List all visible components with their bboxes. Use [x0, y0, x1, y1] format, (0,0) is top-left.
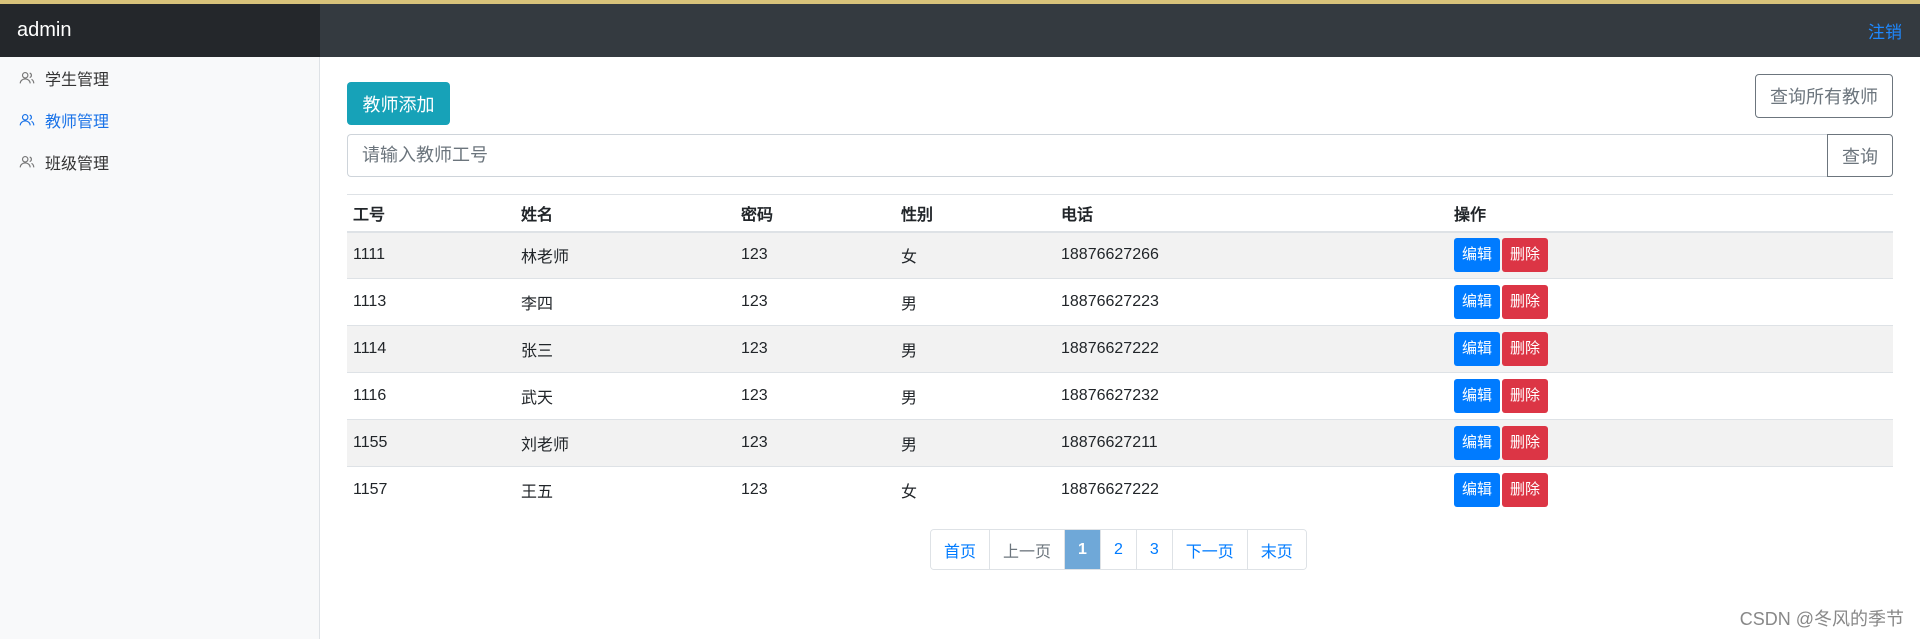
- cell-actions: 编辑 删除: [1448, 466, 1893, 514]
- page-number-link[interactable]: 3: [1135, 530, 1172, 569]
- table-row: 1114 张三 123 男 18876627222 编辑 删除: [347, 325, 1893, 373]
- users-icon: [19, 72, 35, 84]
- sidebar: 学生管理 教师管理 班级管理: [0, 57, 320, 639]
- cell-gender: 男: [895, 278, 1055, 326]
- delete-button[interactable]: 删除: [1502, 238, 1549, 273]
- page-last-link[interactable]: 末页: [1246, 530, 1306, 569]
- cell-password: 123: [735, 231, 895, 279]
- cell-phone: 18876627232: [1055, 372, 1448, 420]
- cell-actions: 编辑 删除: [1448, 419, 1893, 467]
- cell-actions: 编辑 删除: [1448, 372, 1893, 420]
- column-header-password: 密码: [735, 194, 895, 233]
- page-next-link[interactable]: 下一页: [1171, 530, 1247, 569]
- sidebar-item-label: 教师管理: [45, 114, 110, 131]
- navbar: admin 注销: [0, 4, 1920, 57]
- delete-button[interactable]: 删除: [1502, 332, 1549, 366]
- cell-name: 刘老师: [515, 419, 735, 467]
- watermark: CSDN @冬风的季节: [1739, 609, 1904, 629]
- teacher-table: 工号 姓名 密码 性别 电话 操作 1111 林老师 123 女 1887662…: [347, 194, 1893, 514]
- cell-phone: 18876627222: [1055, 466, 1448, 514]
- page-number-link[interactable]: 2: [1099, 530, 1136, 569]
- search-button[interactable]: 查询: [1827, 134, 1893, 177]
- cell-name: 武天: [515, 372, 735, 420]
- page-number-link[interactable]: 1: [1064, 530, 1100, 569]
- teacher-id-search-input[interactable]: [347, 134, 1827, 177]
- table-row: 1113 李四 123 男 18876627223 编辑 删除: [347, 278, 1893, 326]
- cell-gender: 女: [895, 231, 1055, 279]
- cell-password: 123: [735, 278, 895, 326]
- cell-id: 1113: [347, 278, 515, 326]
- search-bar: 查询: [347, 134, 1893, 177]
- cell-id: 1157: [347, 466, 515, 514]
- cell-id: 1114: [347, 325, 515, 373]
- users-icon: [19, 114, 35, 126]
- cell-name: 林老师: [515, 231, 735, 279]
- main-content: 教师添加 查询所有教师 查询 工号 姓名 密码 性别 电话 操作 1111 林老…: [347, 57, 1893, 639]
- cell-phone: 18876627222: [1055, 325, 1448, 373]
- table-header-row: 工号 姓名 密码 性别 电话 操作: [347, 194, 1893, 233]
- cell-gender: 女: [895, 466, 1055, 514]
- table-row: 1116 武天 123 男 18876627232 编辑 删除: [347, 372, 1893, 420]
- cell-password: 123: [735, 372, 895, 420]
- page-prev-link[interactable]: 上一页: [989, 530, 1065, 569]
- cell-phone: 18876627211: [1055, 419, 1448, 467]
- cell-gender: 男: [895, 419, 1055, 467]
- sidebar-item-label: 班级管理: [45, 156, 110, 173]
- sidebar-item-teachers[interactable]: 教师管理: [0, 99, 319, 141]
- table-row: 1155 刘老师 123 男 18876627211 编辑 删除: [347, 419, 1893, 467]
- edit-button[interactable]: 编辑: [1454, 473, 1501, 508]
- cell-password: 123: [735, 325, 895, 373]
- cell-phone: 18876627266: [1055, 231, 1448, 279]
- edit-button[interactable]: 编辑: [1454, 285, 1501, 319]
- cell-name: 张三: [515, 325, 735, 373]
- cell-name: 李四: [515, 278, 735, 326]
- cell-id: 1116: [347, 372, 515, 420]
- pagination: 首页 上一页 1 2 3 下一页 末页: [930, 529, 1307, 570]
- cell-password: 123: [735, 419, 895, 467]
- cell-id: 1111: [347, 231, 515, 279]
- brand-label[interactable]: admin: [0, 4, 320, 57]
- cell-gender: 男: [895, 372, 1055, 420]
- column-header-phone: 电话: [1055, 194, 1448, 233]
- edit-button[interactable]: 编辑: [1454, 238, 1501, 273]
- cell-id: 1155: [347, 419, 515, 467]
- edit-button[interactable]: 编辑: [1454, 426, 1501, 460]
- add-teacher-button[interactable]: 教师添加: [347, 82, 450, 125]
- sidebar-item-classes[interactable]: 班级管理: [0, 141, 319, 183]
- cell-actions: 编辑 删除: [1448, 278, 1893, 326]
- column-header-id: 工号: [347, 194, 515, 233]
- cell-gender: 男: [895, 325, 1055, 373]
- delete-button[interactable]: 删除: [1502, 285, 1549, 319]
- delete-button[interactable]: 删除: [1502, 473, 1549, 508]
- column-header-name: 姓名: [515, 194, 735, 233]
- cell-name: 王五: [515, 466, 735, 514]
- cell-actions: 编辑 删除: [1448, 325, 1893, 373]
- cell-password: 123: [735, 466, 895, 514]
- page-first-link[interactable]: 首页: [931, 530, 990, 569]
- column-header-gender: 性别: [895, 194, 1055, 233]
- edit-button[interactable]: 编辑: [1454, 379, 1501, 413]
- delete-button[interactable]: 删除: [1502, 379, 1549, 413]
- users-icon: [19, 156, 35, 168]
- edit-button[interactable]: 编辑: [1454, 332, 1501, 366]
- logout-link[interactable]: 注销: [1868, 18, 1902, 43]
- table-row: 1111 林老师 123 女 18876627266 编辑 删除: [347, 231, 1893, 279]
- cell-actions: 编辑 删除: [1448, 231, 1893, 279]
- sidebar-item-students[interactable]: 学生管理: [0, 57, 319, 99]
- query-all-teachers-button[interactable]: 查询所有教师: [1755, 74, 1893, 118]
- sidebar-item-label: 学生管理: [45, 72, 110, 89]
- column-header-actions: 操作: [1448, 194, 1893, 233]
- delete-button[interactable]: 删除: [1502, 426, 1549, 460]
- table-row: 1157 王五 123 女 18876627222 编辑 删除: [347, 466, 1893, 514]
- cell-phone: 18876627223: [1055, 278, 1448, 326]
